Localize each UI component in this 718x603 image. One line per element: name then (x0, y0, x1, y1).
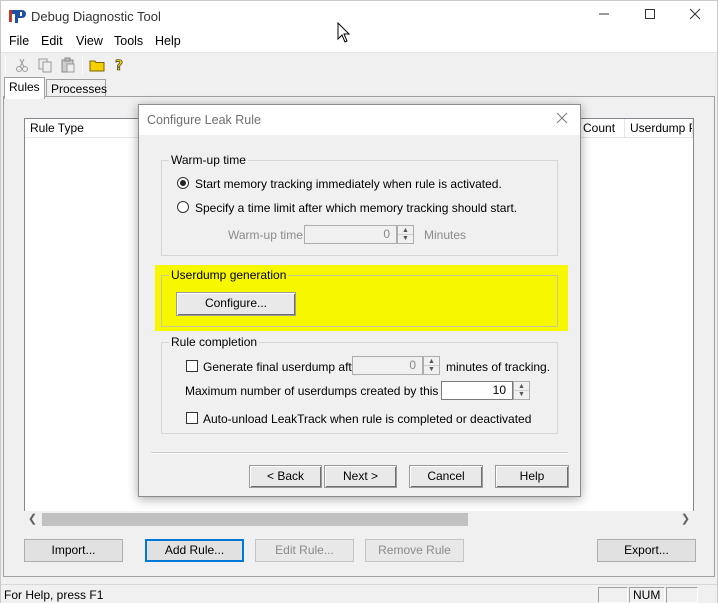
column-count[interactable]: Count (577, 119, 625, 138)
paste-icon[interactable] (60, 57, 76, 73)
tab-rules[interactable]: Rules (4, 77, 45, 99)
warmup-time-input[interactable]: 0 (304, 225, 397, 244)
radio-time-limit-label[interactable]: Specify a time limit after which memory … (195, 201, 517, 215)
status-text: For Help, press F1 (4, 588, 104, 602)
copy-icon[interactable] (37, 57, 53, 73)
menu-view[interactable]: View (76, 34, 103, 48)
generate-final-checkbox[interactable] (186, 360, 198, 372)
radio-immediate[interactable] (177, 177, 189, 189)
remove-rule-button[interactable]: Remove Rule (365, 539, 464, 562)
title-bar: Debug Diagnostic Tool (1, 1, 717, 31)
warmup-time-spinner[interactable]: ▲ ▼ (397, 225, 414, 244)
toolbar-separator (82, 56, 83, 74)
add-rule-button[interactable]: Add Rule... (145, 539, 244, 562)
userdump-group-label: Userdump generation (169, 268, 289, 282)
radio-immediate-label[interactable]: Start memory tracking immediately when r… (195, 177, 502, 191)
scrollbar-thumb[interactable] (42, 513, 468, 526)
max-userdumps-spinner[interactable]: ▲ ▼ (513, 381, 530, 400)
dialog-separator (151, 452, 568, 454)
mouse-cursor-icon (337, 22, 351, 43)
max-userdumps-label: Maximum number of userdumps created by t… (185, 384, 466, 398)
open-folder-icon[interactable] (89, 57, 105, 73)
dialog-title-bar: Configure Leak Rule (139, 105, 580, 135)
final-minutes-suffix: minutes of tracking. (446, 360, 551, 374)
max-userdumps-input[interactable]: 10 (441, 381, 513, 400)
export-button[interactable]: Export... (597, 539, 696, 562)
dialog-close-button[interactable] (552, 110, 572, 130)
spin-down-icon[interactable]: ▼ (424, 365, 439, 374)
menu-edit[interactable]: Edit (41, 34, 63, 48)
column-userdump-path[interactable]: Userdump Pa (625, 119, 693, 138)
generate-final-label[interactable]: Generate final userdump after (203, 360, 362, 374)
final-minutes-input[interactable]: 0 (352, 356, 423, 375)
help-button[interactable]: Help (495, 465, 569, 488)
auto-unload-checkbox[interactable] (186, 412, 198, 424)
menu-file[interactable]: File (9, 34, 29, 48)
maximize-icon (645, 9, 655, 19)
help-icon[interactable]: ? (112, 57, 128, 73)
svg-text:?: ? (115, 58, 123, 73)
rule-completion-group-label: Rule completion (169, 335, 260, 349)
cancel-button[interactable]: Cancel (409, 465, 483, 488)
import-button[interactable]: Import... (24, 539, 123, 562)
status-bar: For Help, press F1 NUM (1, 584, 717, 603)
tab-processes[interactable]: Processes (46, 79, 107, 97)
toolbar-separator (5, 56, 6, 74)
configure-button[interactable]: Configure... (176, 292, 296, 316)
edit-rule-button[interactable]: Edit Rule... (255, 539, 354, 562)
cut-icon[interactable] (14, 57, 30, 73)
menu-help[interactable]: Help (155, 34, 181, 48)
status-pane-num: NUM (629, 587, 665, 603)
spin-down-icon[interactable]: ▼ (514, 390, 529, 399)
radio-time-limit[interactable] (177, 201, 189, 213)
spin-down-icon[interactable]: ▼ (398, 234, 413, 243)
toolbar: ? (1, 52, 717, 77)
auto-unload-label[interactable]: Auto-unload LeakTrack when rule is compl… (203, 412, 531, 426)
warmup-time-unit: Minutes (424, 228, 467, 242)
scroll-left-icon[interactable]: ❮ (24, 511, 41, 528)
scroll-right-icon[interactable]: ❯ (677, 511, 694, 528)
close-icon (689, 8, 701, 20)
status-pane-caps (598, 587, 628, 603)
warmup-time-label: Warm-up time: (228, 228, 307, 242)
horizontal-scrollbar[interactable]: ❮ ❯ (24, 511, 694, 528)
back-button[interactable]: < Back (249, 465, 322, 488)
close-button[interactable] (672, 1, 718, 31)
warmup-group-label: Warm-up time (169, 153, 248, 167)
status-pane-scroll (666, 587, 698, 603)
minimize-button[interactable] (581, 1, 627, 31)
close-icon (556, 112, 568, 124)
menu-bar: File Edit View Tools Help (1, 31, 717, 52)
minimize-icon (599, 13, 609, 15)
final-minutes-spinner[interactable]: ▲ ▼ (423, 356, 440, 375)
next-button[interactable]: Next > (324, 465, 397, 488)
window-title: Debug Diagnostic Tool (31, 9, 161, 24)
configure-leak-rule-dialog: Configure Leak Rule Warm-up time Start m… (138, 104, 581, 497)
dialog-title: Configure Leak Rule (147, 113, 261, 127)
maximize-button[interactable] (627, 1, 673, 31)
menu-tools[interactable]: Tools (114, 34, 143, 48)
app-icon (9, 10, 26, 23)
